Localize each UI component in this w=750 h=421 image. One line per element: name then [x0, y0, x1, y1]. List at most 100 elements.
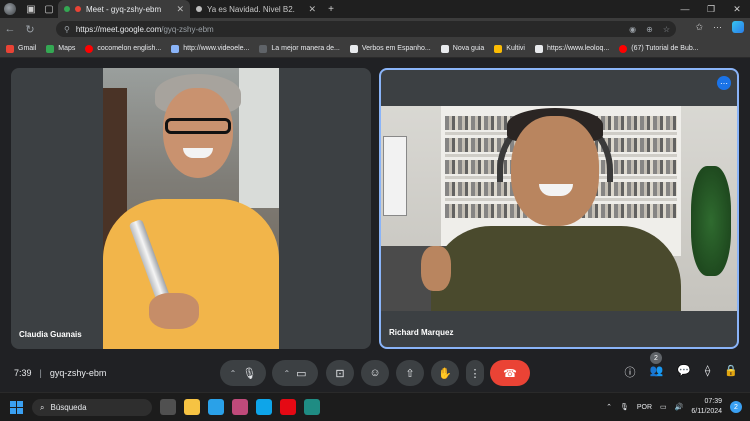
new-tab-button[interactable]: + [322, 0, 340, 18]
volume-icon[interactable]: 🔊 [675, 403, 684, 411]
bookmark-la-mejor-manera[interactable]: La mejor manera de... [259, 44, 340, 53]
reactions-button[interactable]: ☺ [361, 360, 389, 386]
chevron-up-icon[interactable]: ⌃ [230, 369, 237, 378]
restore-icon[interactable]: ❐ [698, 0, 724, 18]
page-icon [349, 44, 358, 53]
youtube-icon [619, 44, 628, 53]
more-options-icon[interactable]: ⋯ [717, 76, 731, 90]
photos-icon[interactable] [232, 399, 248, 415]
bookmark-videoele[interactable]: http://www.videoele... [171, 44, 249, 53]
camera-button[interactable]: ⌃ ▭ [272, 360, 318, 386]
participant-name: Richard Marquez [389, 328, 454, 337]
page-favicon-icon [196, 6, 202, 12]
camera-icon: ▭ [296, 367, 307, 380]
netflix-icon[interactable] [280, 399, 296, 415]
participant-tile[interactable]: Claudia Guanais [11, 68, 371, 349]
language-indicator[interactable]: POR [637, 404, 652, 411]
tab-navidad[interactable]: Ya es Navidad. Nivel B2. ✕ [190, 0, 322, 18]
favorite-star-icon[interactable]: ☆ [663, 25, 670, 34]
telegram-icon[interactable] [208, 399, 224, 415]
favorites-icon[interactable]: ✩ [695, 22, 703, 33]
captions-icon: ⊡ [335, 367, 345, 380]
emoji-icon: ☺ [369, 367, 381, 379]
bookmarks-bar: Gmail Maps cocomelon english... http://w… [0, 40, 750, 58]
gmail-icon [6, 44, 14, 53]
minimize-icon[interactable]: — [672, 0, 698, 18]
clock[interactable]: 07:39 6/11/2024 [691, 397, 722, 417]
skype-icon[interactable] [256, 399, 272, 415]
chevron-up-icon[interactable]: ⌃ [606, 403, 612, 411]
start-icon[interactable] [10, 401, 23, 414]
people-icon[interactable]: 👥 [649, 364, 663, 380]
tab-title: Ya es Navidad. Nivel B2. [207, 4, 295, 14]
chevron-up-icon[interactable]: ⌃ [283, 369, 290, 378]
present-icon: ⇧ [405, 367, 415, 380]
hangup-icon: ☎ [503, 367, 517, 380]
present-button[interactable]: ⇧ [396, 360, 424, 386]
address-toolbar: ← ↻ ⚲ https://meet.google.com /gyq-zshy-… [0, 18, 750, 40]
bookmark-maps[interactable]: Maps [46, 44, 75, 53]
bookmark-kultivi[interactable]: Kultivi [494, 44, 525, 53]
leave-call-button[interactable]: ☎ [490, 360, 530, 386]
bookmark-verbos[interactable]: Verbos em Espanho... [349, 44, 431, 53]
page-icon [494, 44, 503, 53]
address-bar[interactable]: ⚲ https://meet.google.com /gyq-zshy-ebm … [56, 21, 676, 37]
task-view-icon[interactable] [160, 399, 176, 415]
recording-indicator-icon [75, 6, 81, 12]
captions-button[interactable]: ⊡ [326, 360, 354, 386]
microphone-icon[interactable]: 🎙 [620, 403, 629, 411]
meeting-code: gyq-zshy-ebm [49, 368, 107, 378]
refresh-icon[interactable]: ↻ [20, 23, 40, 36]
meet-favicon-icon [64, 6, 70, 12]
install-app-icon[interactable]: ⊕ [646, 25, 653, 34]
maps-icon [46, 44, 55, 53]
raise-hand-icon: ✋ [438, 367, 452, 380]
raise-hand-button[interactable]: ✋ [431, 360, 459, 386]
more-options-icon[interactable]: ⋯ [713, 22, 722, 33]
workspaces-icon[interactable]: ▣ [22, 0, 40, 18]
profile-avatar[interactable] [4, 3, 16, 15]
edge-icon[interactable] [304, 399, 320, 415]
meeting-tools: ⓘ 👥 💬 ⟠ 🔒 [624, 364, 738, 380]
network-icon[interactable]: ▭ [660, 403, 667, 411]
close-tab-icon[interactable]: ✕ [308, 4, 316, 15]
close-window-icon[interactable]: ✕ [724, 0, 750, 18]
url-path: /gyq-zshy-ebm [161, 24, 214, 34]
search-icon: ⌕ [40, 402, 45, 412]
page-icon [171, 44, 180, 53]
windows-taskbar: ⌕ Búsqueda ⌃ 🎙 POR ▭ 🔊 07:39 6/11/2024 2 [0, 392, 750, 421]
meeting-time: 7:39 [14, 368, 32, 378]
doc-icon [534, 44, 543, 53]
host-controls-icon[interactable]: 🔒 [724, 364, 738, 380]
system-tray: ⌃ 🎙 POR ▭ 🔊 07:39 6/11/2024 2 [606, 397, 742, 417]
site-info-icon[interactable]: ⚲ [64, 25, 70, 34]
notifications-badge[interactable]: 2 [730, 401, 742, 413]
bookmark-leoloq[interactable]: https://www.leoloq... [534, 44, 609, 53]
bookmark-gmail[interactable]: Gmail [6, 44, 36, 53]
close-tab-icon[interactable]: ✕ [176, 4, 184, 15]
bookmark-cocomelon[interactable]: cocomelon english... [85, 44, 161, 53]
tab-meet[interactable]: Meet - gyq-zshy-ebm ✕ [58, 0, 190, 18]
copilot-icon[interactable] [732, 21, 744, 33]
more-options-button[interactable]: ⋮ [466, 360, 484, 386]
chat-icon[interactable]: 💬 [677, 364, 691, 380]
tab-actions-icon[interactable]: ▢ [40, 0, 58, 18]
url-host: https://meet.google.com [75, 24, 162, 34]
search-label: Búsqueda [50, 403, 87, 412]
participant-video [103, 68, 279, 349]
activities-icon[interactable]: ⟠ [705, 364, 710, 380]
microphone-button[interactable]: ⌃ 🎙 [220, 360, 266, 386]
page-icon [259, 44, 268, 53]
taskbar-search[interactable]: ⌕ Búsqueda [32, 399, 152, 416]
camera-in-use-icon[interactable]: ◉ [629, 25, 636, 34]
info-icon[interactable]: ⓘ [624, 364, 635, 380]
bookmark-tutorial[interactable]: (67) Tutorial de Bub... [619, 44, 699, 53]
participant-tile[interactable]: ⋯ Richard Marquez [379, 68, 739, 349]
participant-name: Claudia Guanais [19, 330, 82, 339]
browser-tab-strip: ▣ ▢ Meet - gyq-zshy-ebm ✕ Ya es Navidad.… [0, 0, 750, 18]
bookmark-nova-guia[interactable]: Nova guia [440, 44, 484, 53]
file-explorer-icon[interactable] [184, 399, 200, 415]
screen: ▣ ▢ Meet - gyq-zshy-ebm ✕ Ya es Navidad.… [0, 0, 750, 421]
youtube-icon [85, 44, 94, 53]
back-icon[interactable]: ← [0, 23, 20, 35]
